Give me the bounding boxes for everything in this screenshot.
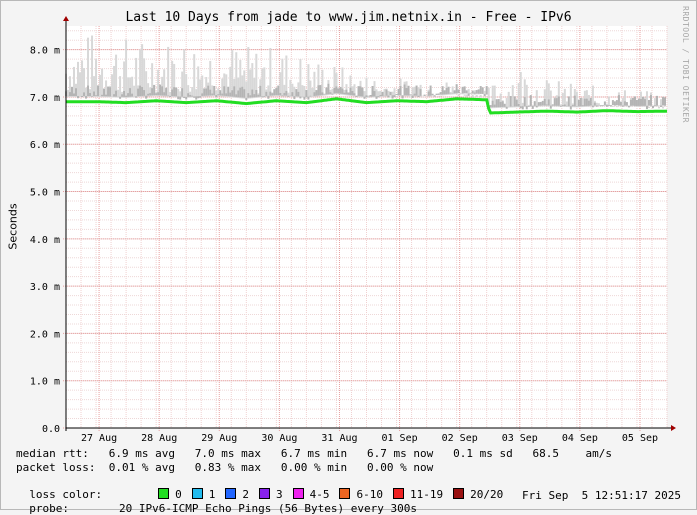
- y-axis-arrow: [63, 16, 69, 21]
- y-tick-label: 0.0: [42, 424, 60, 435]
- x-tick-label: 28 Aug: [141, 433, 177, 444]
- plot-area: 0.0 1.0 m 2.0 m 3.0 m 4.0 m 5.0 m 6.0 m 7.0 m 8.…: [30, 16, 676, 444]
- x-tick-label: 31 Aug: [321, 433, 357, 444]
- x-tick-label: 29 Aug: [201, 433, 237, 444]
- x-tick-label: 01 Sep: [382, 433, 418, 444]
- y-tick-label: 3.0 m: [30, 282, 60, 293]
- loss-swatch: [453, 488, 465, 499]
- loss-legend-label: 20/20: [470, 488, 504, 501]
- probe-text: 20 IPv6-ICMP Echo Pings (56 Bytes) every…: [119, 502, 418, 515]
- y-tick-label: 5.0 m: [30, 188, 60, 199]
- x-tick-label: 04 Sep: [562, 433, 598, 444]
- loss-legend-item: 20/20: [453, 488, 503, 501]
- y-tick-label: 1.0 m: [30, 377, 60, 388]
- y-tick-label: 7.0 m: [30, 93, 60, 104]
- y-tick-label: 8.0 m: [30, 46, 60, 57]
- x-tick-label: 27 Aug: [81, 433, 117, 444]
- x-tick-label: 05 Sep: [622, 433, 658, 444]
- probe-label: probe:: [29, 502, 69, 515]
- packet-loss-stats: packet loss: 0.01 % avg 0.83 % max 0.00 …: [16, 461, 434, 474]
- probe-date: Fri Sep 5 12:51:17 2025: [522, 489, 681, 502]
- x-tick-label: 03 Sep: [502, 433, 538, 444]
- median-rtt-stats: median rtt: 6.9 ms avg 7.0 ms max 6.7 ms…: [16, 447, 613, 460]
- x-tick-label: 30 Aug: [261, 433, 297, 444]
- y-tick-label: 2.0 m: [30, 329, 60, 340]
- y-tick-label: 4.0 m: [30, 235, 60, 246]
- x-axis-arrow: [671, 425, 676, 431]
- x-tick-label: 02 Sep: [442, 433, 478, 444]
- y-tick-label: 6.0 m: [30, 140, 60, 151]
- probe-line: probe: 20 IPv6-ICMP Echo Pings (56 Bytes)…: [16, 489, 417, 515]
